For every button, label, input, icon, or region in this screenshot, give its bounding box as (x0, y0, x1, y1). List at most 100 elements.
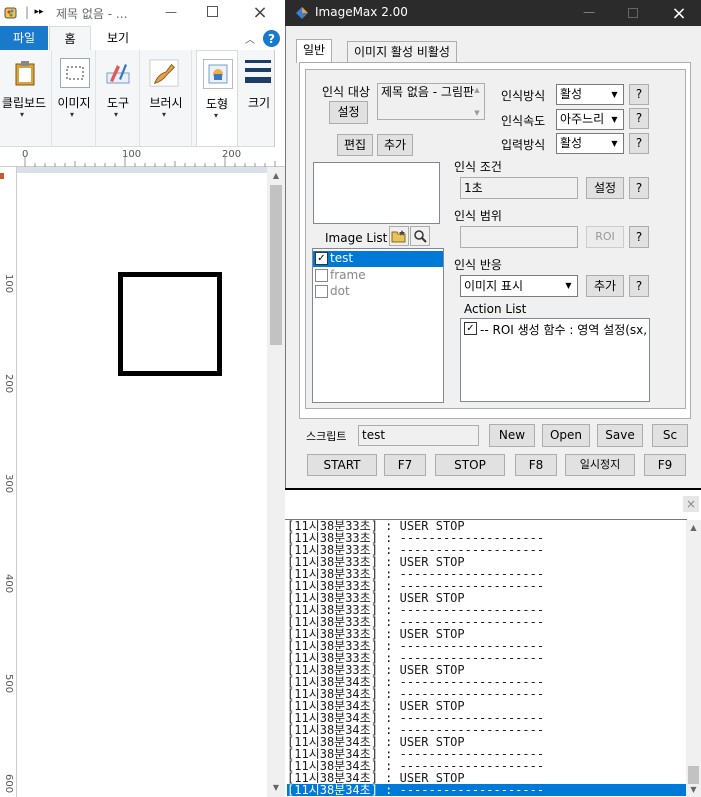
reaction-select[interactable]: 이미지 표시 ▼ (460, 275, 578, 297)
log-row[interactable]: [11시38분34초] : -------------------- (287, 784, 686, 796)
method-select[interactable]: 활성 ▼ (556, 84, 624, 105)
checkbox-unchecked-icon[interactable] (315, 285, 328, 298)
paint-app-icon (2, 4, 20, 22)
scroll-up-icon[interactable]: ▲ (471, 85, 483, 95)
scroll-up-icon[interactable]: ▲ (686, 520, 701, 535)
edit-button[interactable]: 편집 (337, 134, 373, 156)
tools-dropdown-icon[interactable]: ▾ (114, 110, 118, 119)
tab-view[interactable]: 보기 (96, 26, 140, 50)
image-dropdown-icon[interactable]: ▾ (70, 110, 74, 119)
reaction-help-button[interactable]: ? (629, 275, 649, 297)
log-list[interactable]: [11시38분33초] : USER STOP [11시38분33초] : ---… (287, 520, 686, 797)
tab-home[interactable]: 홈 (49, 26, 91, 50)
close-icon[interactable]: × (668, 2, 690, 24)
tab-image-activation[interactable]: 이미지 활성 비활성 (347, 41, 457, 63)
scroll-thumb[interactable] (270, 185, 282, 345)
search-icon[interactable] (410, 226, 430, 246)
minimize-icon[interactable]: — (161, 3, 181, 21)
reaction-label: 인식 반응 (454, 258, 502, 272)
stop-hotkey-label: F8 (515, 454, 557, 476)
roi-button[interactable]: ROI (586, 226, 624, 248)
ribbon-group-clipboard[interactable]: 클립보드 ▾ (0, 50, 52, 147)
start-button[interactable]: START (307, 454, 377, 476)
input-method-label: 입력방식 (501, 138, 546, 152)
maximize-icon[interactable] (207, 6, 218, 17)
ribbon-group-size[interactable]: 크기 (242, 50, 274, 147)
condition-set-button[interactable]: 설정 (586, 177, 624, 199)
scroll-up-icon[interactable]: ▲ (267, 167, 285, 183)
save-script-button[interactable]: Save (597, 424, 643, 447)
clipboard-icon (10, 58, 40, 88)
ribbon-group-image[interactable]: 이미지 ▾ (52, 50, 96, 147)
target-window-text: 제목 없음 - 그림판 (381, 85, 475, 99)
checkbox-checked-icon[interactable]: ✓ (464, 322, 477, 335)
action-list-label: Action List (464, 302, 527, 316)
ribbon-group-brushes[interactable]: 브러시 ▾ (140, 50, 192, 147)
reaction-add-button[interactable]: 추가 (586, 275, 624, 297)
script-name-field[interactable]: test (358, 425, 479, 446)
help-icon[interactable]: ? (263, 30, 280, 47)
horizontal-ruler: 0 100 200 (0, 147, 285, 167)
brushes-label: 브러시 (149, 96, 183, 110)
pause-button[interactable]: 일시정지 (565, 454, 635, 476)
ribbon-group-shapes[interactable]: 도형 ▾ (196, 50, 238, 147)
window-border (285, 488, 701, 490)
condition-help-button[interactable]: ? (629, 177, 649, 199)
method-label: 인식방식 (501, 89, 546, 103)
size-label: 크기 (248, 96, 271, 110)
condition-field: 1초 (460, 177, 578, 199)
vertical-ruler: 100 200 300 400 500 600 (0, 167, 17, 797)
range-field (460, 226, 578, 248)
new-folder-icon[interactable] (389, 226, 409, 246)
speed-help-button[interactable]: ? (629, 108, 649, 129)
collapse-ribbon-icon[interactable]: ︿ (243, 32, 257, 46)
input-method-select[interactable]: 활성 ▼ (556, 133, 624, 154)
stop-button[interactable]: STOP (435, 454, 505, 476)
paint-title-bar: | ▸▸ 제목 없음 - ... — × (0, 0, 285, 26)
ribbon-group-tools[interactable]: 도구 ▾ (96, 50, 140, 147)
checkbox-unchecked-icon[interactable] (315, 269, 328, 282)
target-set-button[interactable]: 설정 (329, 101, 368, 124)
scroll-down-icon[interactable]: ▼ (267, 779, 285, 795)
select-icon (60, 58, 90, 88)
image-list-item-name: frame (330, 268, 366, 282)
sc-button[interactable]: Sc (652, 424, 688, 447)
input-help-button[interactable]: ? (629, 133, 649, 154)
target-window-field: 제목 없음 - 그림판 ▲ ▼ (377, 83, 485, 120)
image-list[interactable]: ✓ test frame dot (312, 248, 444, 403)
image-list-label: Image List (325, 231, 388, 245)
quick-access-icon[interactable]: ▸▸ (33, 5, 45, 19)
ribbon-scroll[interactable] (274, 50, 285, 147)
shapes-dropdown-icon[interactable]: ▾ (214, 111, 218, 120)
image-list-item[interactable]: frame (313, 268, 443, 284)
size-icon (245, 60, 271, 63)
scroll-down-icon[interactable]: ▼ (686, 782, 701, 797)
open-script-button[interactable]: Open (542, 424, 590, 447)
brushes-dropdown-icon[interactable]: ▾ (162, 110, 166, 119)
log-vertical-scrollbar[interactable]: ▲ ▼ (686, 520, 701, 797)
scroll-down-icon[interactable]: ▼ (471, 108, 483, 118)
log-close-icon[interactable]: × (683, 496, 699, 512)
canvas-vertical-scrollbar[interactable]: ▲ ▼ (267, 167, 285, 797)
reaction-value: 이미지 표시 (464, 279, 524, 293)
tab-general[interactable]: 일반 (296, 39, 333, 63)
drawing-canvas[interactable] (17, 173, 267, 797)
minimize-icon[interactable]: — (579, 4, 599, 20)
image-list-item[interactable]: ✓ test (313, 251, 443, 267)
tab-file[interactable]: 파일 (0, 26, 48, 50)
new-script-button[interactable]: New (489, 424, 535, 447)
clipboard-dropdown-icon[interactable]: ▾ (20, 110, 24, 119)
add-image-button[interactable]: 추가 (377, 134, 413, 156)
action-list-item[interactable]: ✓ -- ROI 생성 함수 : 영역 설정(sx, (463, 321, 648, 337)
maximize-icon[interactable] (628, 8, 638, 18)
action-list[interactable]: ✓ -- ROI 생성 함수 : 영역 설정(sx, (460, 318, 650, 402)
method-help-button[interactable]: ? (629, 84, 649, 105)
speed-select[interactable]: 아주느리 ▼ (556, 109, 624, 130)
chevron-down-icon: ▼ (607, 86, 622, 103)
speed-label: 인식속도 (501, 114, 546, 128)
range-help-button[interactable]: ? (629, 226, 649, 248)
image-list-item[interactable]: dot (313, 284, 443, 300)
checkbox-checked-icon[interactable]: ✓ (315, 252, 328, 265)
close-icon[interactable]: × (249, 1, 271, 23)
image-list-item-name: test (330, 251, 354, 265)
